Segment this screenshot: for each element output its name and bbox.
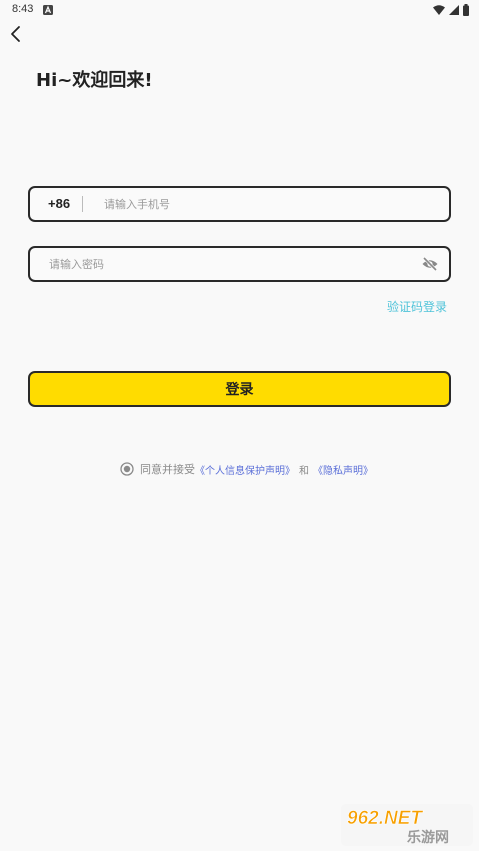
login-button[interactable]: 登录 xyxy=(28,371,451,407)
wifi-icon xyxy=(433,5,445,15)
country-code[interactable]: +86 xyxy=(48,188,70,220)
personal-info-statement-link[interactable]: 《个人信息保护声明》 xyxy=(195,462,295,477)
cellular-signal-icon xyxy=(449,5,459,15)
chevron-left-icon xyxy=(11,26,20,42)
status-time: 8:43 xyxy=(12,3,34,15)
status-bar: 8:43 xyxy=(0,0,479,22)
page-title: Hi~欢迎回来! xyxy=(36,70,153,91)
site-watermark-logo: 962.NET 乐游网 xyxy=(341,804,473,846)
field-divider xyxy=(82,196,83,212)
sms-code-login-link[interactable]: 验证码登录 xyxy=(387,298,447,315)
watermark-brand-bottom: 乐游网 xyxy=(407,829,449,846)
watermark-brand-top: 962.NET xyxy=(347,808,423,829)
privacy-statement-link[interactable]: 《隐私声明》 xyxy=(313,462,373,477)
agree-radio-checked-icon[interactable] xyxy=(120,462,134,476)
eye-off-icon[interactable] xyxy=(421,255,439,273)
password-input[interactable] xyxy=(49,248,409,280)
battery-icon xyxy=(463,4,469,16)
password-field[interactable] xyxy=(28,246,451,282)
agreement-prefix: 同意并接受 xyxy=(140,463,195,476)
notification-a-icon xyxy=(43,5,53,15)
phone-input[interactable] xyxy=(104,188,434,220)
back-button[interactable] xyxy=(4,22,28,46)
status-icons xyxy=(433,4,469,16)
agreement: 同意并接受 《个人信息保护声明》 和 《隐私声明》 xyxy=(120,461,373,477)
phone-field[interactable]: +86 xyxy=(28,186,451,222)
agreement-and: 和 xyxy=(299,465,309,477)
